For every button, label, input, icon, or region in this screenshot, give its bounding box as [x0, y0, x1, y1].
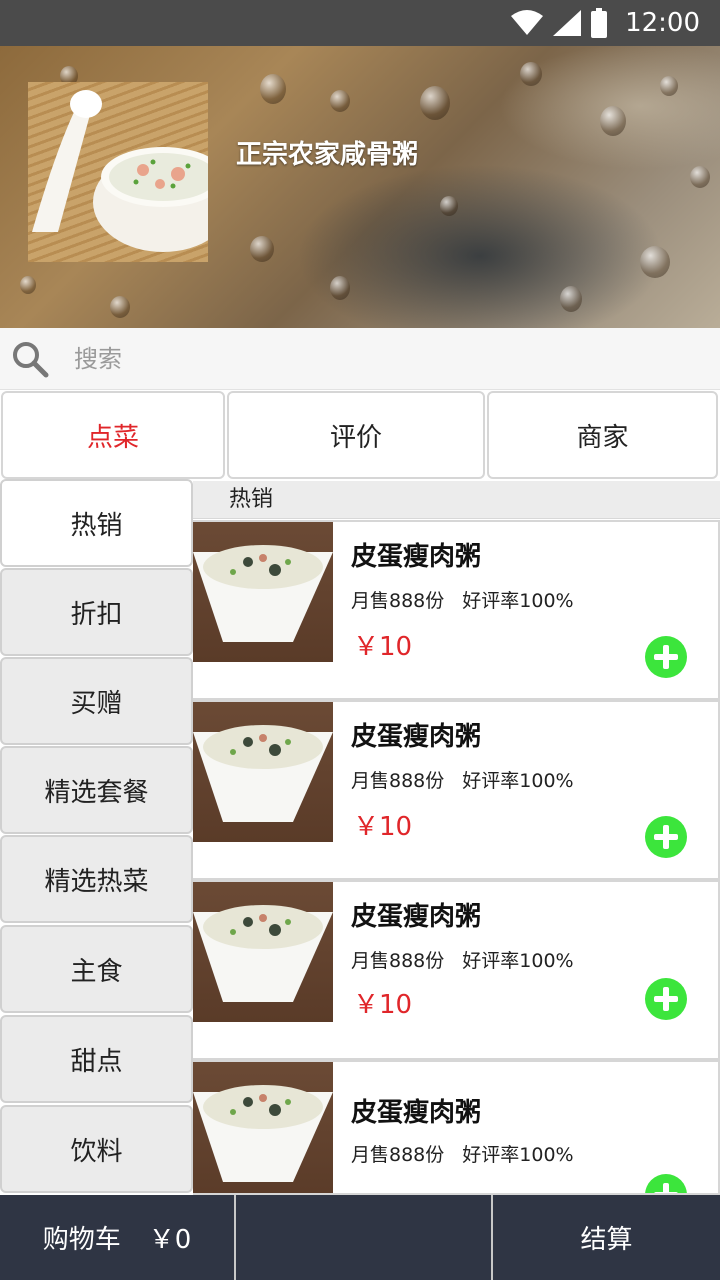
raindrop-decoration [690, 166, 710, 188]
raindrop-decoration [260, 74, 286, 104]
section-header: 热销 [193, 481, 720, 519]
category-hot-sale[interactable]: 热销 [0, 479, 193, 567]
dish-card[interactable]: 皮蛋瘦肉粥 月售888份 好评率100% ￥10 [193, 520, 720, 700]
dish-meta: 月售888份 好评率100% [351, 586, 574, 613]
category-desserts[interactable]: 甜点 [0, 1015, 193, 1103]
dish-card[interactable]: 皮蛋瘦肉粥 月售888份 好评率100% ￥10 [193, 880, 720, 1060]
raindrop-decoration [420, 86, 450, 120]
raindrop-decoration [560, 286, 582, 312]
dish-rating: 好评率100% [462, 590, 574, 612]
dish-price: ￥10 [353, 632, 413, 662]
app-screen: 12:00 正宗农家咸骨粥 搜索 点菜 评价 商家 热销 折扣 买赠 精选套餐 … [0, 0, 720, 1280]
battery-icon [591, 8, 608, 38]
dish-card[interactable]: 皮蛋瘦肉粥 月售888份 好评率100% ￥10 [193, 700, 720, 880]
dish-name: 皮蛋瘦肉粥 [351, 902, 482, 932]
dish-name: 皮蛋瘦肉粥 [351, 1098, 482, 1128]
dish-name: 皮蛋瘦肉粥 [351, 722, 482, 752]
dish-rating: 好评率100% [462, 770, 574, 792]
raindrop-decoration [250, 236, 274, 262]
dish-image [193, 702, 333, 842]
tab-order[interactable]: 点菜 [1, 391, 225, 479]
dish-image [193, 882, 333, 1022]
shop-name: 正宗农家咸骨粥 [236, 140, 419, 170]
cart-button[interactable]: 购物车 ￥0 [0, 1195, 236, 1280]
category-staple-food[interactable]: 主食 [0, 925, 193, 1013]
search-input[interactable] [74, 344, 634, 373]
dish-meta: 月售888份 好评率100% [351, 766, 574, 793]
porridge-bowl-image [32, 90, 208, 252]
dish-card[interactable]: 皮蛋瘦肉粥 月售888份 好评率100% [193, 1060, 720, 1195]
dish-sales: 月售888份 [351, 590, 445, 612]
category-hot-dishes[interactable]: 精选热菜 [0, 835, 193, 923]
dish-meta: 月售888份 好评率100% [351, 946, 574, 973]
raindrop-decoration [20, 276, 36, 294]
category-discount[interactable]: 折扣 [0, 568, 193, 656]
raindrop-decoration [520, 62, 542, 86]
cart-total: ￥0 [148, 1225, 192, 1255]
cellular-signal-icon [553, 10, 582, 36]
search-icon [13, 341, 49, 377]
dish-rating: 好评率100% [462, 1144, 574, 1166]
bottom-bar-spacer [236, 1195, 493, 1280]
category-set-meals[interactable]: 精选套餐 [0, 746, 193, 834]
dish-sales: 月售888份 [351, 1144, 445, 1166]
raindrop-decoration [330, 90, 350, 112]
dish-image [193, 522, 333, 662]
checkout-button[interactable]: 结算 [493, 1195, 720, 1280]
status-bar: 12:00 [0, 0, 720, 46]
add-circle-icon[interactable] [645, 1174, 687, 1193]
tab-merchant[interactable]: 商家 [487, 391, 718, 479]
wifi-icon [511, 10, 544, 35]
dish-sales: 月售888份 [351, 950, 445, 972]
shop-header: 正宗农家咸骨粥 [0, 46, 720, 328]
add-circle-icon[interactable] [645, 816, 687, 858]
dish-price: ￥10 [353, 990, 413, 1020]
raindrop-decoration [660, 76, 678, 96]
category-buy-gift[interactable]: 买赠 [0, 657, 193, 745]
add-circle-icon[interactable] [645, 978, 687, 1020]
dish-image [193, 1062, 333, 1193]
bottom-bar: 购物车 ￥0 结算 [0, 1195, 720, 1280]
dish-sales: 月售888份 [351, 770, 445, 792]
dish-price: ￥10 [353, 812, 413, 842]
raindrop-decoration [110, 296, 130, 318]
shop-logo [28, 82, 208, 262]
dish-name: 皮蛋瘦肉粥 [351, 542, 482, 572]
add-circle-icon[interactable] [645, 636, 687, 678]
search-bar[interactable] [0, 328, 720, 390]
raindrop-decoration [640, 246, 670, 278]
dish-rating: 好评率100% [462, 950, 574, 972]
tab-reviews[interactable]: 评价 [227, 391, 485, 479]
status-time: 12:00 [625, 8, 700, 38]
raindrop-decoration [600, 106, 626, 136]
raindrop-decoration [330, 276, 350, 300]
raindrop-decoration [440, 196, 458, 216]
dish-meta: 月售888份 好评率100% [351, 1140, 574, 1167]
cart-label: 购物车 [42, 1225, 121, 1255]
category-drinks[interactable]: 饮料 [0, 1105, 193, 1193]
